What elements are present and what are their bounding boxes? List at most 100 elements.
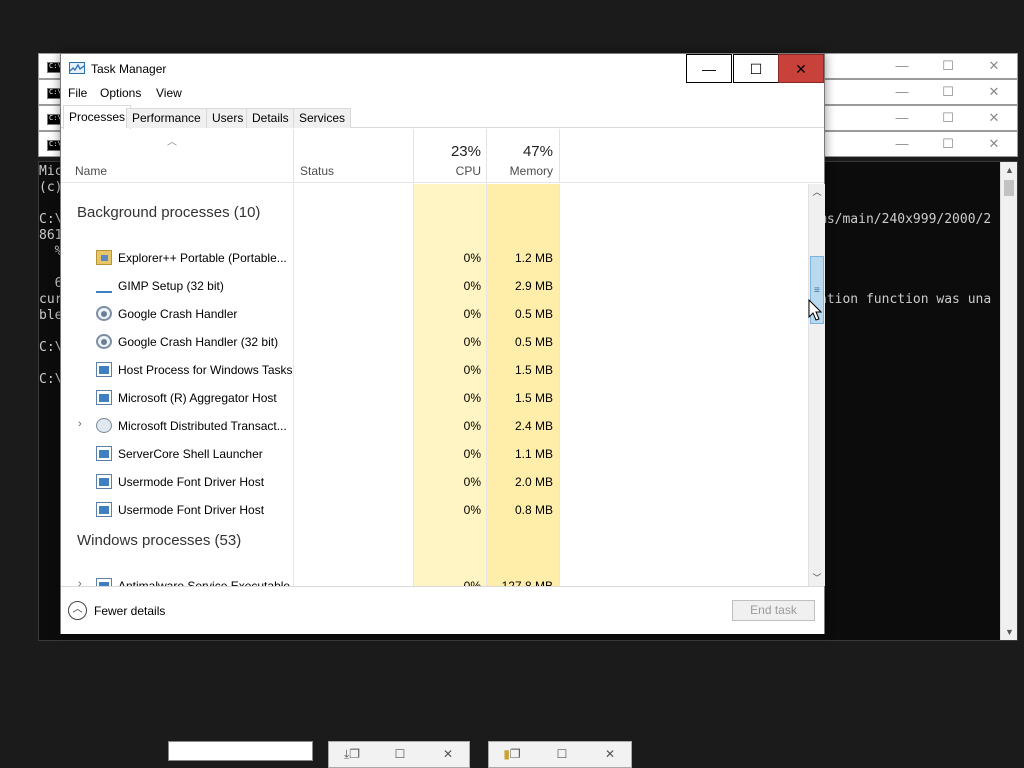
process-memory: 1.2 MB [514,251,553,265]
minimize-button[interactable]: — [686,54,732,83]
grip-icon: ≡ [814,285,820,296]
close-button[interactable]: ✕ [425,742,471,767]
expand-chevron-icon[interactable]: › [78,578,82,586]
end-task-button[interactable]: End task [732,600,815,621]
tab-users[interactable]: Users [206,108,250,128]
console-scrollbar[interactable]: ▲ ▼ [1000,162,1017,640]
process-row[interactable]: Microsoft (R) Aggregator Host 0% 1.5 MB [61,384,808,412]
minimize-button[interactable]: — [879,80,925,104]
menu-bar: File Options View [61,83,824,104]
console-line: ble [39,308,63,323]
title-bar[interactable]: Task Manager — ☐ ✕ [61,54,824,83]
maximize-button[interactable]: ☐ [925,132,971,156]
process-cpu: 0% [463,251,481,265]
process-row[interactable]: › Antimalware Service Executable 0% 127.8 M… [61,572,808,586]
process-row[interactable]: Google Crash Handler 0% 0.5 MB [61,300,808,328]
minimize-button[interactable]: — [879,54,925,78]
maximize-button[interactable]: ☐ [925,106,971,130]
process-memory: 1.5 MB [514,363,553,377]
maximize-button[interactable]: ☐ [539,742,585,767]
tab-details[interactable]: Details [246,108,295,128]
process-row[interactable]: ServerCore Shell Launcher 0% 1.1 MB [61,440,808,468]
process-name: ServerCore Shell Launcher [118,447,263,461]
process-row[interactable]: Usermode Font Driver Host 0% 2.0 MB [61,468,808,496]
expand-chevron-icon[interactable]: › [78,418,82,430]
process-cpu: 0% [463,391,481,405]
maximize-button[interactable]: ☐ [733,54,779,83]
taskbar-window-thumb[interactable]: ⤓❐ ☐ ✕ [328,741,470,768]
scroll-up-icon[interactable]: ︿ [809,184,825,200]
tab-services[interactable]: Services [293,108,352,128]
process-cpu: 0% [463,279,481,293]
close-button[interactable]: ✕ [971,80,1017,104]
process-cpu: 0% [463,363,481,377]
console-line: ation function was una [819,292,992,307]
minimize-button[interactable]: — [879,132,925,156]
scroll-down-icon[interactable]: ▼ [1001,624,1017,640]
process-row[interactable]: Explorer++ Portable (Portable... 0% 1.2 MB [61,244,808,272]
maximize-button[interactable]: ☐ [925,80,971,104]
process-row[interactable]: GIMP Setup (32 bit) 0% 2.9 MB [61,272,808,300]
close-button[interactable]: ✕ [778,54,824,83]
console-line: Mic [39,164,63,179]
close-button[interactable]: ✕ [971,106,1017,130]
minimize-button[interactable]: — [879,106,925,130]
process-list[interactable]: Background processes (10) Explorer++ Port… [61,184,808,586]
column-divider[interactable] [293,129,294,183]
group-header[interactable]: Windows processes (53) [77,532,241,549]
menu-view[interactable]: View [156,86,182,100]
menu-file[interactable]: File [68,86,87,100]
footer: ︿ Fewer details End task [61,586,824,634]
sort-ascending-icon: ︿ [167,137,177,148]
process-name: Usermode Font Driver Host [118,475,265,489]
column-status[interactable]: Status [300,164,334,178]
column-name[interactable]: Name [75,164,107,178]
process-row[interactable]: Host Process for Windows Tasks 0% 1.5 MB [61,356,808,384]
memory-total[interactable]: 47% [487,143,553,160]
window-title: Task Manager [91,62,167,76]
taskbar-window-thumb[interactable]: ▮❐ ☐ ✕ [488,741,632,768]
console-line: 861 [39,228,63,243]
close-button[interactable]: ✕ [587,742,633,767]
menu-options[interactable]: Options [100,86,141,100]
collapse-chevron-icon[interactable]: ︿ [68,601,87,620]
column-cpu[interactable]: CPU [415,164,481,178]
process-row[interactable]: Google Crash Handler (32 bit) 0% 0.5 MB [61,328,808,356]
column-divider[interactable] [413,129,414,183]
process-row[interactable]: › Microsoft Distributed Transact... 0% 2.4 … [61,412,808,440]
close-button[interactable]: ✕ [971,54,1017,78]
group-header[interactable]: Background processes (10) [77,204,260,221]
process-memory: 2.9 MB [514,279,553,293]
column-divider[interactable] [559,129,560,183]
process-name: Microsoft (R) Aggregator Host [118,391,277,405]
scroll-down-icon[interactable]: ﹀ [809,570,825,586]
process-cpu: 0% [463,335,481,349]
fewer-details-link[interactable]: Fewer details [94,604,165,618]
scroll-up-icon[interactable]: ▲ [1001,162,1017,178]
process-memory: 0.8 MB [514,503,553,517]
cpu-total[interactable]: 23% [415,143,481,160]
setup-restore-icon[interactable]: ⤓❐ [329,742,375,767]
process-name: Explorer++ Portable (Portable... [118,251,287,265]
process-row[interactable]: Usermode Font Driver Host 0% 0.8 MB [61,496,808,524]
console-line: (c) [39,180,63,195]
process-name: GIMP Setup (32 bit) [118,279,224,293]
process-name: Antimalware Service Executable [118,579,291,586]
tab-processes[interactable]: Processes [63,105,132,129]
folder-restore-icon[interactable]: ▮❐ [489,742,535,767]
close-button[interactable]: ✕ [971,132,1017,156]
process-memory: 1.1 MB [514,447,553,461]
task-manager-icon [69,62,85,74]
host-process-icon [96,446,112,461]
maximize-button[interactable]: ☐ [925,54,971,78]
console-scroll-thumb[interactable] [1004,180,1014,196]
process-name: Usermode Font Driver Host [118,503,265,517]
process-cpu: 0% [463,419,481,433]
cmd-icon [47,114,62,125]
taskbar-search-box[interactable] [168,741,313,761]
column-memory[interactable]: Memory [487,164,553,178]
tab-strip: Processes Performance Users Details Serv… [61,105,824,129]
tab-performance[interactable]: Performance [126,108,207,128]
maximize-button[interactable]: ☐ [377,742,423,767]
process-list-scrollbar[interactable]: ︿ ≡ ﹀ [808,184,825,586]
